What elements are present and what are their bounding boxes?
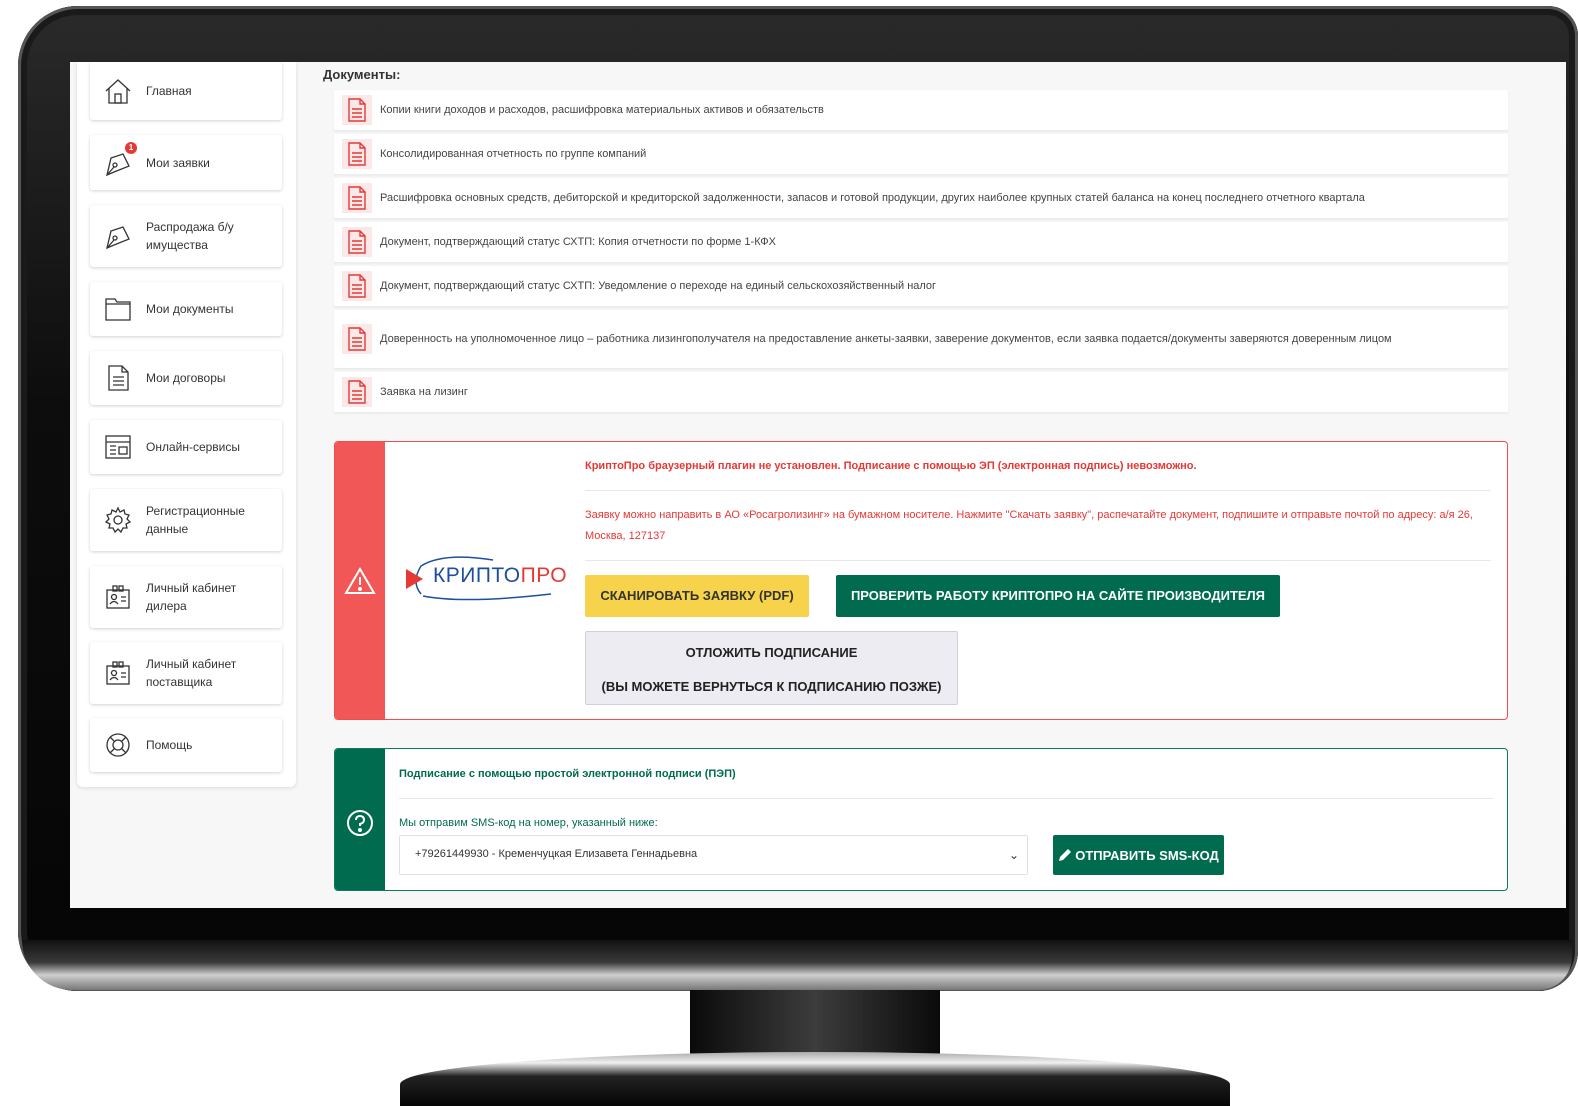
sidebar-item-label: Регистрационные данные <box>146 504 245 536</box>
monitor-stand-neck <box>690 990 940 1060</box>
cryptopro-alert: КРИПТОПРО КриптоПро браузерный плагин не… <box>334 441 1508 720</box>
screen: Главная 1 Мои заявки Распродажа б/у имущ… <box>70 62 1566 908</box>
document-list: Копии книги доходов и расходов, расшифро… <box>334 90 1508 416</box>
sidebar-item-sale[interactable]: Распродажа б/у имущества <box>90 205 282 267</box>
sidebar-item-label: Распродажа б/у имущества <box>146 220 234 252</box>
divider <box>585 490 1491 491</box>
pdf-file-icon <box>342 324 372 354</box>
documents-title: Документы: <box>323 67 401 82</box>
divider <box>585 560 1491 561</box>
alert-strip <box>335 442 385 719</box>
sidebar-item-supplier-cabinet[interactable]: Личный кабинет поставщика <box>90 642 282 704</box>
cryptopro-logo-text: КРИПТОПРО <box>433 564 568 587</box>
browser-icon <box>103 432 133 462</box>
folder-icon <box>103 294 133 324</box>
document-name: Документ, подтверждающий статус СХТП: Ко… <box>380 236 776 248</box>
pdf-file-icon <box>342 227 372 257</box>
monitor-rim <box>22 940 1572 990</box>
pdf-file-icon <box>342 95 372 125</box>
document-name: Расшифровка основных средств, дебиторско… <box>380 192 1365 204</box>
sidebar-item-online-services[interactable]: Онлайн-сервисы <box>90 420 282 474</box>
pdf-file-icon <box>342 377 372 407</box>
document-item[interactable]: Заявка на лизинг <box>334 372 1508 413</box>
phone-select-value: +79261449930 - Кременчуцкая Елизавета Ге… <box>415 848 698 860</box>
alert-message: Заявку можно направить в АО «Росагролизи… <box>585 509 1473 542</box>
notification-badge: 1 <box>125 141 137 154</box>
phone-select-label: Мы отправим SMS-код на номер, указанный … <box>399 817 658 829</box>
gear-icon <box>103 505 133 535</box>
document-item[interactable]: Расшифровка основных средств, дебиторско… <box>334 178 1508 219</box>
cryptopro-logo: КРИПТОПРО <box>403 554 567 604</box>
lifebuoy-icon <box>103 730 133 760</box>
document-name: Доверенность на уполномоченное лицо – ра… <box>380 333 1392 345</box>
document-name: Заявка на лизинг <box>380 386 468 398</box>
sidebar-item-label: Главная <box>146 84 192 98</box>
document-name: Консолидированная отчетность по группе к… <box>380 148 647 160</box>
sidebar-item-label: Мои заявки <box>146 155 210 170</box>
sidebar-item-home[interactable]: Главная <box>90 62 282 120</box>
divider <box>399 798 1493 799</box>
sidebar-item-label: Личный кабинет дилера <box>146 581 237 613</box>
sidebar-item-dealer-cabinet[interactable]: Личный кабинет дилера <box>90 566 282 628</box>
document-item[interactable]: Копии книги доходов и расходов, расшифро… <box>334 90 1508 131</box>
pep-strip <box>335 749 385 890</box>
postpone-line-2: (ВЫ МОЖЕТЕ ВЕРНУТЬСЯ К ПОДПИСАНИЮ ПОЗЖЕ) <box>601 679 942 694</box>
sidebar-item-my-documents[interactable]: Мои документы <box>90 282 282 336</box>
pep-signing-panel: Подписание с помощью простой электронной… <box>334 748 1508 891</box>
sidebar-item-my-contracts[interactable]: Мои договоры <box>90 351 282 405</box>
document-item[interactable]: Доверенность на уполномоченное лицо – ра… <box>334 310 1508 369</box>
chevron-down-icon: ⌄ <box>1008 848 1019 862</box>
document-item[interactable]: Документ, подтверждающий статус СХТП: Ув… <box>334 266 1508 307</box>
send-sms-label: ОТПРАВИТЬ SMS-КОД <box>1075 847 1219 863</box>
send-sms-button[interactable]: ОТПРАВИТЬ SMS-КОД <box>1053 835 1224 875</box>
pen-icon <box>103 221 133 251</box>
pen-icon: 1 <box>103 141 137 178</box>
scan-request-button[interactable]: СКАНИРОВАТЬ ЗАЯВКУ (PDF) <box>585 575 809 617</box>
id-card-icon <box>103 658 133 688</box>
postpone-signing-button[interactable]: ОТЛОЖИТЬ ПОДПИСАНИЕ (ВЫ МОЖЕТЕ ВЕРНУТЬСЯ… <box>585 631 958 705</box>
alert-title: КриптоПро браузерный плагин не установле… <box>585 460 1197 472</box>
document-icon <box>103 363 133 393</box>
phone-select[interactable]: +79261449930 - Кременчуцкая Елизавета Ге… <box>399 835 1028 875</box>
pdf-file-icon <box>342 183 372 213</box>
sidebar-item-label: Онлайн-сервисы <box>146 440 241 454</box>
document-item[interactable]: Консолидированная отчетность по группе к… <box>334 134 1508 175</box>
id-card-icon <box>103 582 133 612</box>
sidebar-item-registration-data[interactable]: Регистрационные данные <box>90 489 282 551</box>
question-icon <box>347 810 373 836</box>
warning-icon <box>344 567 376 594</box>
postpone-line-1: ОТЛОЖИТЬ ПОДПИСАНИЕ <box>685 645 858 660</box>
pep-title: Подписание с помощью простой электронной… <box>399 768 736 780</box>
monitor-stand-base <box>400 1052 1230 1106</box>
check-cryptopro-button[interactable]: ПРОВЕРИТЬ РАБОТУ КРИПТОПРО НА САЙТЕ ПРОИ… <box>836 575 1280 617</box>
document-name: Документ, подтверждающий статус СХТП: Ув… <box>380 280 937 292</box>
document-item[interactable]: Документ, подтверждающий статус СХТП: Ко… <box>334 222 1508 263</box>
sidebar-item-label: Мои документы <box>146 302 234 316</box>
pdf-file-icon <box>342 139 372 169</box>
sidebar-item-help[interactable]: Помощь <box>90 718 282 772</box>
sidebar-item-label: Личный кабинет поставщика <box>146 657 237 689</box>
pencil-icon <box>1059 849 1072 861</box>
sidebar-item-label: Помощь <box>146 738 193 752</box>
document-name: Копии книги доходов и расходов, расшифро… <box>380 104 824 116</box>
sidebar-item-my-requests[interactable]: 1 Мои заявки <box>90 135 282 190</box>
home-icon <box>103 76 133 106</box>
pdf-file-icon <box>342 271 372 301</box>
sidebar-item-label: Мои договоры <box>146 371 226 385</box>
sidebar: Главная 1 Мои заявки Распродажа б/у имущ… <box>77 62 296 787</box>
